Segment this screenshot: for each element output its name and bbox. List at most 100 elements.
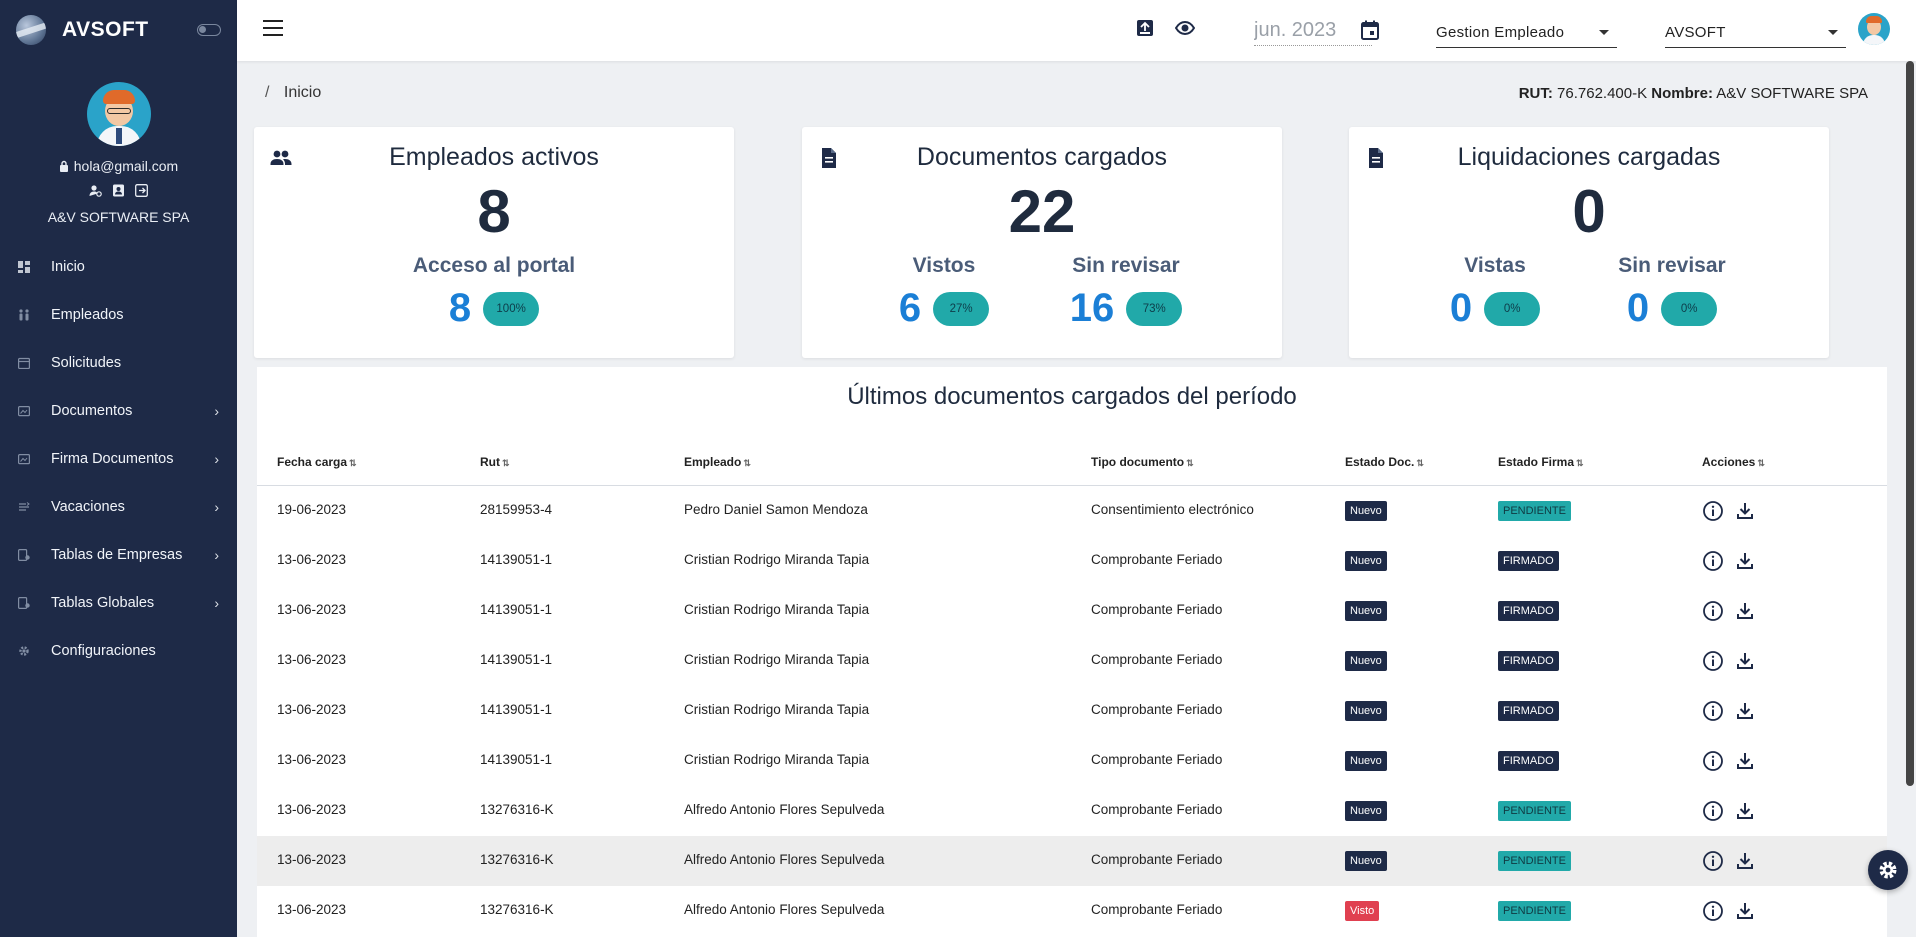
column-header-fecha-carga[interactable]: Fecha carga ⇅ xyxy=(277,455,357,469)
column-header-estado-doc[interactable]: Estado Doc. ⇅ xyxy=(1345,455,1424,469)
sidebar-item-inicio[interactable]: Inicio xyxy=(0,243,237,291)
calendar-icon[interactable] xyxy=(1361,20,1379,40)
table-row[interactable]: 13-06-2023 14139051-1 Cristian Rodrigo Mir… xyxy=(257,686,1887,736)
status-badge-doc: Nuevo xyxy=(1345,751,1387,771)
info-icon[interactable] xyxy=(1702,650,1724,672)
info-icon[interactable] xyxy=(1702,800,1724,822)
cell-fecha-carga: 13-06-2023 xyxy=(277,552,347,567)
info-icon[interactable] xyxy=(1702,900,1724,922)
cell-tipo-documento: Comprobante Feriado xyxy=(1091,552,1223,567)
cell-empleado: Cristian Rodrigo Miranda Tapia xyxy=(684,552,870,567)
cell-empleado: Alfredo Antonio Flores Sepulveda xyxy=(684,802,885,817)
status-badge-firma: PENDIENTE xyxy=(1498,801,1571,821)
info-icon[interactable] xyxy=(1702,750,1724,772)
table-row[interactable]: 13-06-2023 13276316-K Alfredo Antonio Flor… xyxy=(257,786,1887,836)
table-row[interactable]: 13-06-2023 14139051-1 Cristian Rodrigo Mir… xyxy=(257,736,1887,786)
stat-sin-revisar: Sin revisar 16 73% xyxy=(1026,254,1226,331)
column-header-tipo-documento[interactable]: Tipo documento ⇅ xyxy=(1091,455,1194,469)
column-header-acciones[interactable]: Acciones ⇅ xyxy=(1702,455,1765,469)
sidebar-item-documentos[interactable]: Documentos › xyxy=(0,387,237,435)
info-icon[interactable] xyxy=(1702,500,1724,522)
cell-fecha-carga: 13-06-2023 xyxy=(277,852,347,867)
chevron-down-icon xyxy=(1828,30,1838,35)
stat-title: Vistos xyxy=(912,254,976,277)
stat-vistas: Vistas 0 0% xyxy=(1395,254,1595,331)
profile-card-icon[interactable] xyxy=(112,184,125,197)
sidebar-menu: Inicio Empleados Solicitudes Documentos … xyxy=(0,243,237,675)
sidebar-item-tablas-globales[interactable]: Tablas Globales › xyxy=(0,579,237,627)
download-icon[interactable] xyxy=(1734,550,1756,572)
status-badge-doc: Nuevo xyxy=(1345,551,1387,571)
status-badge-firma: FIRMADO xyxy=(1498,601,1559,621)
column-header-estado-firma[interactable]: Estado Firma ⇅ xyxy=(1498,455,1584,469)
page-scrollbar[interactable] xyxy=(1906,61,1914,786)
sidebar-item-firma-documentos[interactable]: Firma Documentos › xyxy=(0,435,237,483)
status-badge-doc: Nuevo xyxy=(1345,601,1387,621)
sidebar-item-tablas-de-empresas[interactable]: Tablas de Empresas › xyxy=(0,531,237,579)
status-badge-doc: Nuevo xyxy=(1345,501,1387,521)
card-total: 22 xyxy=(1008,178,1076,245)
cell-tipo-documento: Comprobante Feriado xyxy=(1091,652,1223,667)
download-icon[interactable] xyxy=(1734,900,1756,922)
sidebar-item-empleados[interactable]: Empleados xyxy=(0,291,237,339)
user-company: A&V SOFTWARE SPA xyxy=(47,209,190,225)
table-row[interactable]: 13-06-2023 14139051-1 Cristian Rodrigo Mir… xyxy=(257,636,1887,686)
stat-value: 0 xyxy=(1626,286,1650,330)
info-icon[interactable] xyxy=(1702,600,1724,622)
card-total: 8 xyxy=(477,178,511,245)
sidebar-item-vacaciones[interactable]: Vacaciones › xyxy=(0,483,237,531)
table-row[interactable]: 13-06-2023 13276316-K Alfredo Antonio Flor… xyxy=(257,836,1887,886)
status-badge-firma: FIRMADO xyxy=(1498,751,1559,771)
switch-user-icon[interactable] xyxy=(89,184,102,197)
settings-fab-button[interactable] xyxy=(1868,850,1908,890)
role-select[interactable]: Gestion Empleado xyxy=(1436,18,1617,48)
cell-empleado: Alfredo Antonio Flores Sepulveda xyxy=(684,902,885,917)
visibility-icon[interactable] xyxy=(1175,18,1195,38)
status-badge-doc: Nuevo xyxy=(1345,801,1387,821)
people-icon xyxy=(17,308,31,322)
stat-title: Vistas xyxy=(1464,254,1526,277)
sidebar-item-solicitudes[interactable]: Solicitudes xyxy=(0,339,237,387)
download-icon[interactable] xyxy=(1734,650,1756,672)
table-row[interactable]: 13-06-2023 13276316-K Alfredo Antonio Flor… xyxy=(257,886,1887,936)
sort-icon: ⇅ xyxy=(502,458,510,468)
column-header-empleado[interactable]: Empleado ⇅ xyxy=(684,455,751,469)
info-icon[interactable] xyxy=(1702,700,1724,722)
table-header: Fecha carga ⇅ Rut ⇅ Empleado ⇅ Tipo documen… xyxy=(257,435,1887,486)
download-icon[interactable] xyxy=(1734,600,1756,622)
breadcrumb-current[interactable]: Inicio xyxy=(284,84,321,101)
column-header-rut[interactable]: Rut ⇅ xyxy=(480,455,510,469)
status-badge-firma: PENDIENTE xyxy=(1498,901,1571,921)
user-email-row: hola@gmail.com xyxy=(59,158,178,174)
global-table-icon xyxy=(17,596,31,610)
status-badge-firma: PENDIENTE xyxy=(1498,501,1571,521)
sidebar-item-configuraciones[interactable]: Configuraciones xyxy=(0,627,237,675)
download-icon[interactable] xyxy=(1734,500,1756,522)
inbox-icon[interactable] xyxy=(1135,18,1155,38)
cell-rut: 14139051-1 xyxy=(480,652,553,667)
table-row[interactable]: 13-06-2023 14139051-1 Cristian Rodrigo Mir… xyxy=(257,536,1887,586)
stat-acceso-portal: Acceso al portal 8 100% xyxy=(394,254,594,331)
cell-tipo-documento: Comprobante Feriado xyxy=(1091,902,1223,917)
calendar-icon xyxy=(17,356,31,370)
theme-toggle[interactable] xyxy=(197,24,221,36)
sidebar: AVSOFT hola@gmail.com A&V SOFTWARE SPA I… xyxy=(0,0,237,937)
period-input[interactable] xyxy=(1254,16,1372,46)
logout-icon[interactable] xyxy=(135,184,148,197)
sidebar-item-label: Tablas Globales xyxy=(51,595,155,611)
download-icon[interactable] xyxy=(1734,800,1756,822)
company-select[interactable]: AVSOFT xyxy=(1665,18,1846,48)
download-icon[interactable] xyxy=(1734,750,1756,772)
info-icon[interactable] xyxy=(1702,550,1724,572)
info-icon[interactable] xyxy=(1702,850,1724,872)
stat-title: Acceso al portal xyxy=(412,254,576,277)
download-icon[interactable] xyxy=(1734,850,1756,872)
stat-vistos: Vistos 6 27% xyxy=(844,254,1044,331)
table-row[interactable]: 19-06-2023 28159953-4 Pedro Daniel Samon M… xyxy=(257,486,1887,536)
menu-toggle-button[interactable] xyxy=(263,20,283,36)
table-row[interactable]: 13-06-2023 14139051-1 Cristian Rodrigo Mir… xyxy=(257,586,1887,636)
download-icon[interactable] xyxy=(1734,700,1756,722)
user-email: hola@gmail.com xyxy=(73,158,179,174)
sort-icon: ⇅ xyxy=(1416,458,1424,468)
user-avatar-button[interactable] xyxy=(1858,13,1890,45)
